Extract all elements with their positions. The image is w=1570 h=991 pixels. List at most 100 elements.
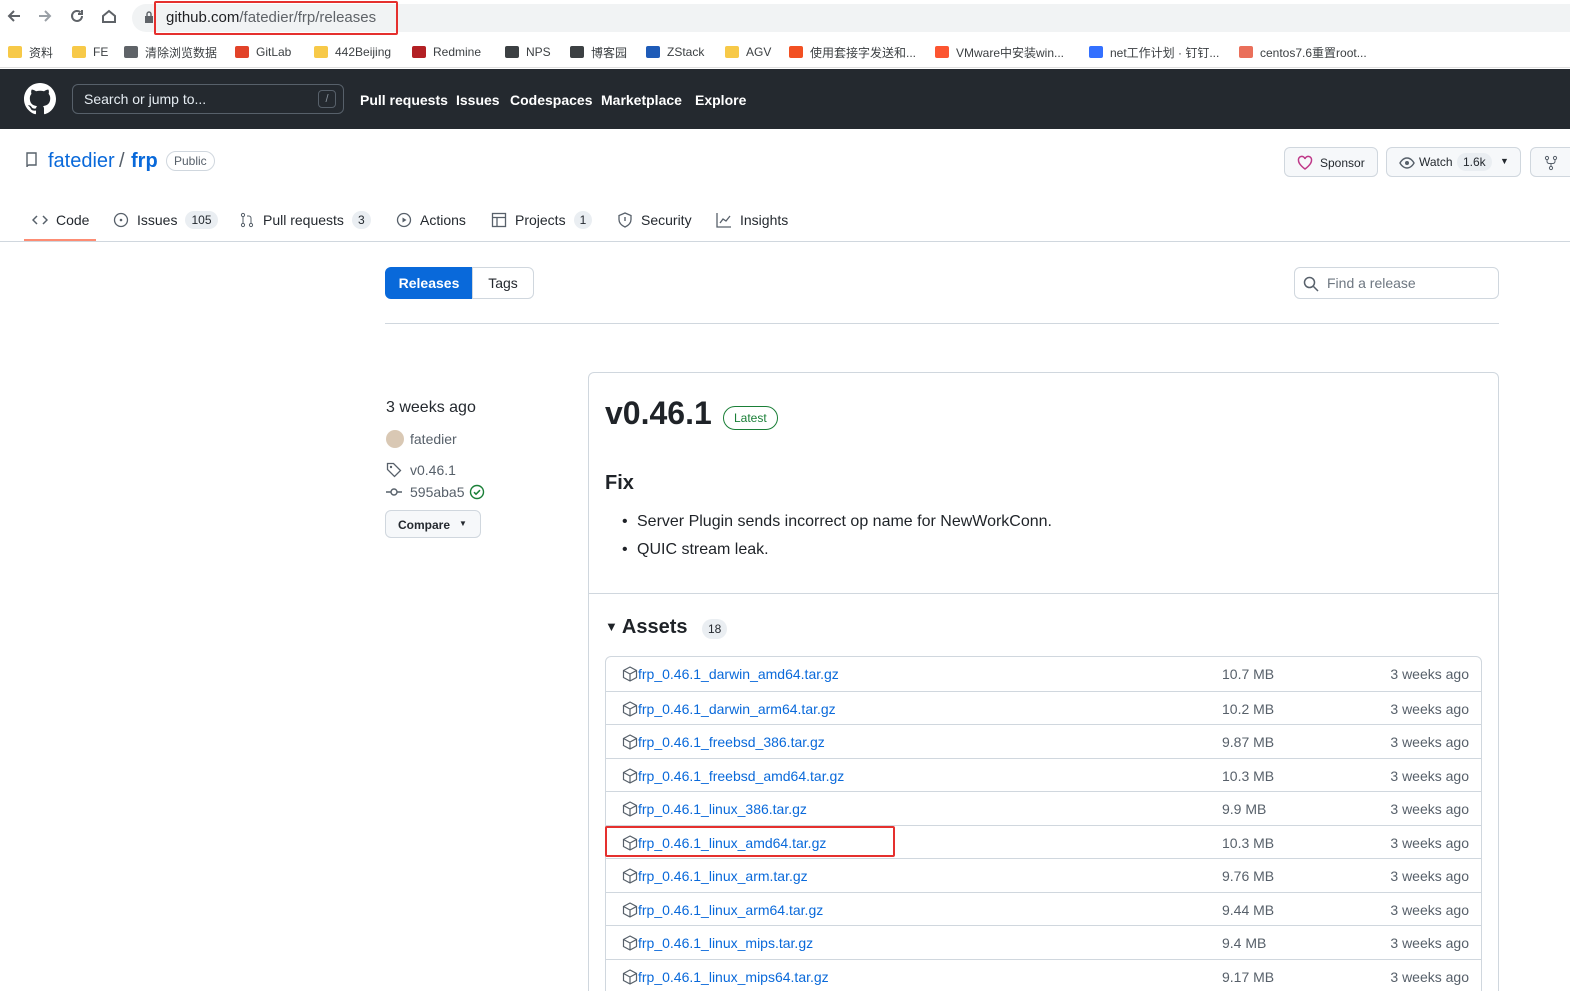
bookmark-item[interactable]: 博客园 (570, 43, 627, 61)
bookmark-item[interactable]: Redmine (412, 43, 481, 61)
bookmark-label: Redmine (433, 45, 482, 59)
tab-insights[interactable]: Insights (716, 210, 788, 230)
asset-size: 9.9 MB (1222, 801, 1267, 817)
header-nav-marketplace[interactable]: Marketplace (601, 92, 682, 108)
cnblogs-icon (570, 46, 584, 58)
sponsor-button[interactable]: Sponsor (1284, 147, 1378, 177)
header-nav-pull-requests[interactable]: Pull requests (360, 92, 448, 108)
tab-projects-count: 1 (573, 211, 593, 229)
caret-down-icon: ▼ (1500, 156, 1509, 166)
watch-count: 1.6k (1457, 153, 1492, 171)
release-author[interactable]: fatedier (386, 430, 457, 448)
bookmark-item[interactable]: AGV (725, 43, 771, 61)
asset-time: 3 weeks ago (1390, 700, 1469, 717)
asset-size: 9.17 MB (1222, 968, 1275, 985)
asset-download-link[interactable]: frp_0.46.1_freebsd_amd64.tar.gz (638, 768, 844, 784)
bookmark-item[interactable]: ZStack (646, 43, 704, 61)
package-icon (622, 700, 638, 717)
header-nav-codespaces[interactable]: Codespaces (510, 92, 592, 108)
releases-tab-button[interactable]: Releases (385, 267, 473, 299)
asset-time: 3 weeks ago (1390, 834, 1469, 851)
asset-download-link[interactable]: frp_0.46.1_linux_arm64.tar.gz (638, 902, 823, 918)
table-row: frp_0.46.1_linux_arm64.tar.gz 9.44 MB 3 we… (606, 891, 1481, 926)
bookmark-item[interactable]: net工作计划 · 钉钉... (1089, 43, 1219, 61)
asset-time: 3 weeks ago (1390, 935, 1469, 951)
reload-icon[interactable] (66, 7, 88, 29)
bookmark-item[interactable]: 442Beijing (314, 43, 391, 61)
bookmark-item[interactable]: 资料 (8, 43, 53, 61)
release-tag[interactable]: v0.46.1 (386, 461, 456, 479)
bookmark-item[interactable]: 清除浏览数据 (124, 43, 217, 61)
asset-time: 3 weeks ago (1390, 767, 1469, 784)
bookmark-item[interactable]: FE (72, 43, 108, 61)
watch-button[interactable]: Watch 1.6k ▼ (1386, 147, 1521, 177)
tab-pull-requests[interactable]: Pull requests 3 (239, 210, 371, 230)
assets-toggle[interactable]: ▼ Assets (605, 616, 687, 639)
header-nav-issues[interactable]: Issues (456, 92, 500, 108)
bookmark-label: 资料 (29, 45, 54, 60)
code-icon (32, 215, 48, 225)
tab-projects[interactable]: Projects 1 (491, 210, 593, 230)
package-icon (622, 968, 638, 985)
tags-tab-button[interactable]: Tags (472, 267, 534, 299)
bookmark-label: centos7.6重置root... (1260, 45, 1367, 60)
card-divider (589, 593, 1498, 594)
bookmark-item[interactable]: GitLab (235, 43, 291, 61)
github-logo-icon[interactable] (24, 83, 56, 115)
bookmark-label: GitLab (256, 45, 292, 59)
triangle-down-icon: ▼ (605, 619, 618, 634)
release-commit[interactable]: 595aba5 (386, 483, 485, 501)
repo-name-link[interactable]: frp (131, 150, 158, 173)
tab-code[interactable]: Code (32, 210, 89, 230)
home-icon[interactable] (98, 7, 120, 29)
bookmark-item[interactable]: 使用套接字发送和... (789, 43, 916, 61)
bookmark-label: 使用套接字发送和... (810, 45, 917, 60)
asset-size: 9.76 MB (1222, 868, 1275, 884)
table-row: frp_0.46.1_linux_mips64.tar.gz 9.17 MB 3 w… (606, 958, 1481, 991)
tab-actions[interactable]: Actions (396, 210, 466, 230)
pull-request-icon (240, 212, 254, 228)
asset-download-link[interactable]: frp_0.46.1_darwin_arm64.tar.gz (638, 701, 836, 717)
back-arrow-icon[interactable] (3, 7, 25, 29)
release-date[interactable]: 3 weeks ago (386, 399, 476, 417)
asset-time: 3 weeks ago (1390, 734, 1469, 750)
bookmarks-bar: 资料 FE 清除浏览数据 GitLab 442Beijing Redmine NPS 博客园 Z… (0, 36, 1570, 68)
global-search-placeholder: Search or jump to... (84, 91, 207, 107)
tab-security[interactable]: Security (617, 210, 692, 230)
forward-arrow-icon[interactable] (34, 7, 56, 29)
tab-projects-label: Projects (515, 212, 566, 228)
assets-count-badge: 18 (702, 619, 728, 639)
bookmark-label: ZStack (667, 45, 705, 59)
tab-issues[interactable]: Issues 105 (113, 210, 218, 230)
repo-owner-link[interactable]: fatedier (48, 150, 115, 173)
package-icon (622, 767, 638, 784)
release-version-title[interactable]: v0.46.1 (605, 395, 712, 432)
release-note-item: QUIC stream leak. (622, 541, 769, 559)
bookmark-item[interactable]: VMware中安装win... (935, 43, 1064, 61)
asset-download-link[interactable]: frp_0.46.1_linux_arm.tar.gz (638, 868, 808, 884)
asset-download-link[interactable]: frp_0.46.1_darwin_amd64.tar.gz (638, 666, 839, 682)
release-note-text: Server Plugin sends incorrect op name fo… (637, 513, 1052, 530)
compare-button[interactable]: Compare ▼ (385, 510, 481, 538)
asset-download-link[interactable]: frp_0.46.1_linux_mips.tar.gz (638, 935, 813, 951)
tab-insights-label: Insights (740, 212, 789, 228)
tab-issues-count: 105 (185, 211, 218, 229)
folder-icon (725, 46, 739, 58)
asset-download-link[interactable]: frp_0.46.1_freebsd_386.tar.gz (638, 734, 825, 750)
tab-security-label: Security (641, 212, 692, 228)
tab-code-label: Code (56, 212, 90, 228)
dingtalk-icon (1089, 46, 1103, 58)
package-icon (622, 666, 638, 682)
search-icon (1303, 276, 1319, 292)
header-nav-explore[interactable]: Explore (695, 92, 746, 108)
release-tag-label: v0.46.1 (410, 462, 456, 478)
asset-download-link[interactable]: frp_0.46.1_linux_mips64.tar.gz (638, 969, 829, 985)
fork-button[interactable] (1530, 147, 1570, 177)
asset-download-link[interactable]: frp_0.46.1_linux_386.tar.gz (638, 801, 807, 817)
bookmark-item[interactable]: NPS (505, 43, 551, 61)
table-row: frp_0.46.1_freebsd_amd64.tar.gz 10.3 MB 3 … (606, 757, 1481, 792)
play-icon (396, 212, 412, 228)
gitlab-icon (235, 46, 249, 58)
release-note-text: QUIC stream leak. (637, 541, 769, 558)
bookmark-item[interactable]: centos7.6重置root... (1239, 43, 1367, 61)
